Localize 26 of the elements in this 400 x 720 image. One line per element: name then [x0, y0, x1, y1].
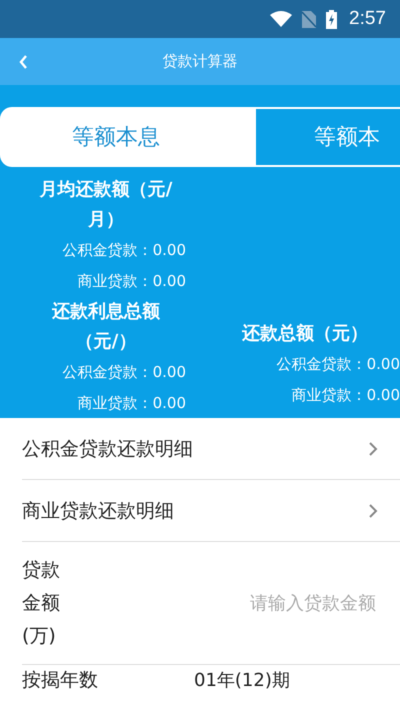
no-sim-icon	[302, 10, 316, 28]
summary-heading: 还款利息总额（元/）	[51, 300, 161, 354]
row-label: 商业贷款还款明细	[22, 498, 174, 524]
row-label: 公积金贷款还款明细	[22, 436, 193, 462]
loan-amount-field[interactable]: 请输入贷款金额	[70, 592, 378, 614]
field-label: 贷款金额(万)	[22, 558, 61, 648]
detail-row[interactable]: 公积金贷款还款明细	[22, 418, 400, 480]
battery-icon	[326, 10, 338, 28]
page-title: 贷款计算器	[162, 52, 238, 71]
term-value[interactable]: 01年(12)期	[194, 668, 290, 692]
chevron-icon	[368, 440, 378, 456]
summary-line: 公积金贷款：0.00	[62, 362, 186, 383]
summary-line: 公积金贷款：0.00	[276, 354, 400, 375]
summary-line: 公积金贷款：0.00	[62, 240, 186, 261]
summary-line: 商业贷款：0.00	[78, 271, 186, 292]
summary-line: 商业贷款：0.00	[292, 385, 400, 406]
summary-line: 商业贷款：0.00	[78, 393, 186, 414]
summary-heading: 月均还款额（元/月）	[38, 178, 174, 232]
chevron-icon	[368, 502, 378, 518]
tab[interactable]: 等额本息	[0, 107, 254, 167]
field-label: 按揭年数	[22, 668, 98, 692]
back-icon	[18, 54, 28, 70]
summary-heading: 还款总额（元）	[241, 322, 368, 346]
clock-time: 2:57	[349, 8, 386, 30]
detail-row[interactable]: 商业贷款还款明细	[22, 480, 400, 542]
wifi-icon	[270, 11, 292, 27]
